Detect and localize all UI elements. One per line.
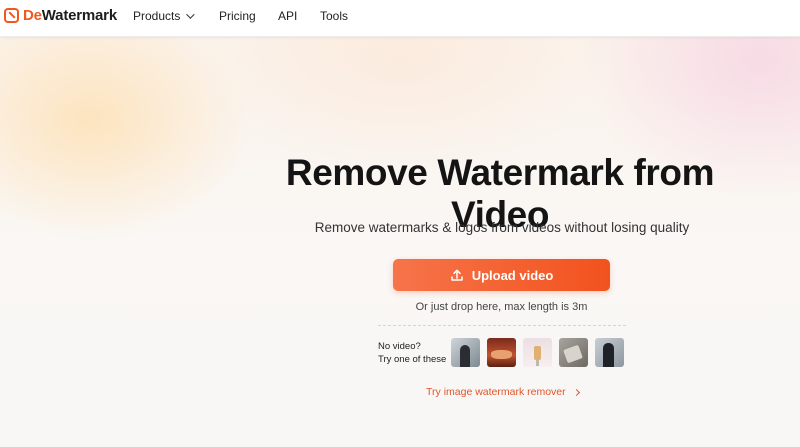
top-navbar: DeWatermark Products Pricing API Tools — [0, 0, 800, 37]
logo[interactable]: DeWatermark — [4, 7, 117, 24]
page-subtitle: Remove watermarks & logos from videos wi… — [314, 220, 690, 235]
nav-tools[interactable]: Tools — [320, 9, 348, 23]
logo-icon — [4, 8, 19, 23]
logo-prefix: De — [23, 7, 42, 24]
nav-api-label: API — [278, 9, 298, 23]
sample-prompt-line2: Try one of these — [378, 354, 447, 365]
nav-products-label: Products — [133, 9, 181, 23]
sample-video-2[interactable] — [487, 338, 516, 367]
nav-products[interactable]: Products — [133, 9, 196, 23]
sample-video-1[interactable] — [451, 338, 480, 367]
chevron-right-icon — [572, 388, 580, 396]
sample-video-4[interactable] — [559, 338, 588, 367]
sample-thumbnails — [451, 338, 631, 367]
upload-video-label: Upload video — [471, 267, 554, 283]
upload-video-button[interactable]: Upload video — [393, 259, 610, 291]
nav-pricing-label: Pricing — [219, 9, 256, 23]
nav-api[interactable]: API — [278, 9, 297, 23]
sample-video-5[interactable] — [595, 338, 624, 367]
logo-text: DeWatermark — [23, 7, 117, 24]
sample-prompt-line1: No video? — [378, 341, 421, 352]
sample-video-3[interactable] — [523, 338, 552, 367]
upload-icon — [450, 269, 463, 281]
image-remover-link-label: Try image watermark remover — [426, 386, 566, 398]
chevron-down-icon — [186, 10, 196, 19]
nav-tools-label: Tools — [320, 9, 349, 23]
sample-prompt: No video? Try one of these — [378, 340, 446, 366]
logo-suffix: Watermark — [41, 7, 117, 24]
divider — [378, 325, 626, 326]
image-remover-link[interactable]: Try image watermark remover — [426, 386, 580, 398]
nav-pricing[interactable]: Pricing — [219, 9, 256, 23]
drop-hint: Or just drop here, max length is 3m — [415, 301, 588, 313]
